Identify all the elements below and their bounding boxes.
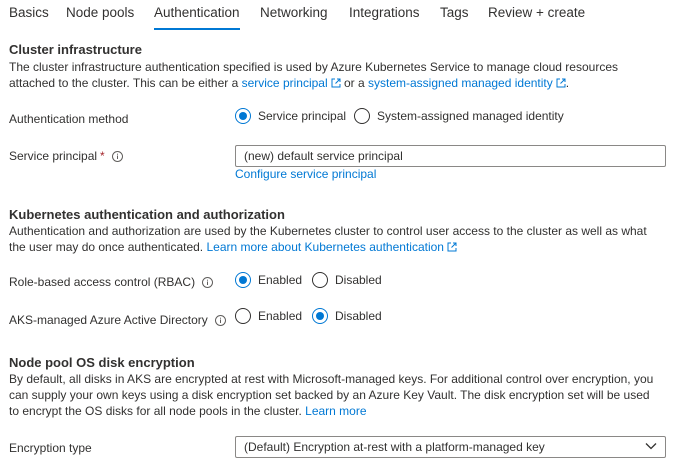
radio-aad-disabled[interactable]: Disabled <box>312 308 382 324</box>
authentication-method-label: Authentication method <box>9 112 129 126</box>
radio-service-principal[interactable]: Service principal <box>235 108 346 124</box>
radio-label: Disabled <box>335 273 382 287</box>
service-principal-link[interactable]: service principal <box>242 76 328 90</box>
system-assigned-identity-link[interactable]: system-assigned managed identity <box>368 76 553 90</box>
radio-circle[interactable] <box>312 272 328 288</box>
tab-tags[interactable]: Tags <box>440 5 469 20</box>
radio-rbac-disabled[interactable]: Disabled <box>312 272 382 288</box>
cluster-infrastructure-description: The cluster infrastructure authenticatio… <box>9 59 659 91</box>
radio-circle[interactable] <box>354 108 370 124</box>
tab-node-pools[interactable]: Node pools <box>66 5 134 20</box>
external-link-icon <box>331 78 341 88</box>
external-link-icon <box>556 78 566 88</box>
radio-label: Disabled <box>335 309 382 323</box>
aad-label-text: AKS-managed Azure Active Directory <box>9 313 208 327</box>
info-icon[interactable] <box>111 151 123 162</box>
rbac-label: Role-based access control (RBAC) <box>9 275 214 289</box>
radio-aad-enabled[interactable]: Enabled <box>235 308 302 324</box>
active-tab-indicator <box>154 28 240 30</box>
aad-label: AKS-managed Azure Active Directory <box>9 313 226 327</box>
info-icon[interactable] <box>202 277 214 288</box>
radio-label: Enabled <box>258 273 303 287</box>
tab-basics[interactable]: Basics <box>9 5 49 20</box>
kubernetes-auth-description: Authentication and authorization are use… <box>9 223 659 255</box>
configure-service-principal-link[interactable]: Configure service principal <box>235 167 376 181</box>
service-principal-label: Service principal * <box>9 149 123 163</box>
chevron-down-icon <box>645 443 657 450</box>
radio-circle[interactable] <box>235 308 251 324</box>
tab-review-create[interactable]: Review + create <box>488 5 585 20</box>
radio-label: System-assigned managed identity <box>377 109 564 123</box>
kubernetes-auth-heading: Kubernetes authentication and authorizat… <box>9 207 285 222</box>
disk-encryption-description: By default, all disks in AKS are encrypt… <box>9 371 659 419</box>
radio-system-assigned-identity[interactable]: System-assigned managed identity <box>354 108 564 124</box>
external-link-icon <box>447 242 457 252</box>
tab-networking[interactable]: Networking <box>260 5 328 20</box>
rbac-label-text: Role-based access control (RBAC) <box>9 275 196 289</box>
cluster-infrastructure-heading: Cluster infrastructure <box>9 42 142 57</box>
encryption-type-label: Encryption type <box>9 441 92 455</box>
info-icon[interactable] <box>214 315 226 326</box>
tab-bar: Basics Node pools Authentication Network… <box>0 0 676 32</box>
disk-encryption-heading: Node pool OS disk encryption <box>9 355 195 370</box>
learn-more-kubernetes-auth-link[interactable]: Learn more about Kubernetes authenticati… <box>206 240 444 254</box>
radio-label: Enabled <box>258 309 303 323</box>
encryption-type-value: (Default) Encryption at-rest with a plat… <box>244 440 545 454</box>
service-principal-label-text: Service principal <box>9 149 98 163</box>
tab-integrations[interactable]: Integrations <box>349 5 420 20</box>
radio-circle-checked[interactable] <box>235 272 251 288</box>
encryption-type-dropdown[interactable]: (Default) Encryption at-rest with a plat… <box>235 436 666 458</box>
cluster-infra-desc-text-2: or a <box>340 76 368 90</box>
required-marker: * <box>100 149 105 163</box>
radio-label: Service principal <box>258 109 347 123</box>
radio-circle-checked[interactable] <box>312 308 328 324</box>
radio-circle-checked[interactable] <box>235 108 251 124</box>
tab-authentication[interactable]: Authentication <box>154 5 240 20</box>
service-principal-field[interactable]: (new) default service principal <box>235 145 666 167</box>
radio-rbac-enabled[interactable]: Enabled <box>235 272 302 288</box>
cluster-infra-desc-text-3: . <box>565 76 570 90</box>
learn-more-encryption-link[interactable]: Learn more <box>305 404 366 418</box>
